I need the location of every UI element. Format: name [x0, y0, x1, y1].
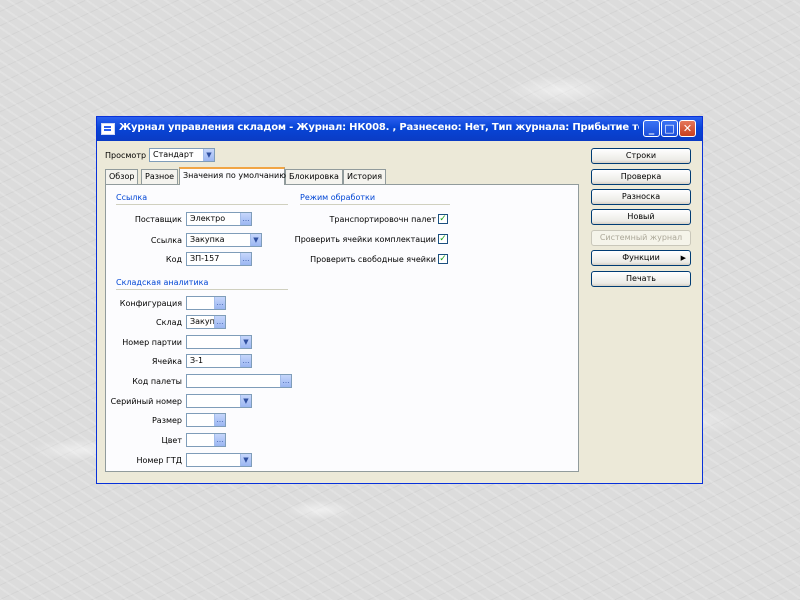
- configuration-field[interactable]: …: [186, 296, 226, 310]
- batch-number-label: Номер партии: [122, 338, 182, 347]
- lookup-icon[interactable]: …: [214, 434, 225, 446]
- supplier-value: Электро: [190, 214, 226, 223]
- batch-number-select[interactable]: ▼: [186, 335, 252, 349]
- lookup-icon[interactable]: …: [240, 213, 251, 225]
- transport-label: Транспортировочн палет: [329, 215, 436, 224]
- chevron-down-icon[interactable]: ▼: [250, 234, 261, 246]
- cell-field[interactable]: З-1 …: [186, 354, 252, 368]
- gtd-number-select[interactable]: ▼: [186, 453, 252, 467]
- gtd-number-label: Номер ГТД: [136, 456, 182, 465]
- configuration-label: Конфигурация: [119, 299, 182, 308]
- serial-number-select[interactable]: ▼: [186, 394, 252, 408]
- post-button[interactable]: Разноска: [591, 189, 691, 205]
- system-journal-button[interactable]: Системный журнал: [591, 230, 691, 246]
- journal-window: Журнал управления складом - Журнал: НК00…: [96, 116, 703, 484]
- supplier-label: Поставщик: [134, 215, 182, 224]
- tab-panel: Ссылка Поставщик Электро … Ссылка Закупк…: [105, 184, 579, 472]
- chevron-down-icon[interactable]: ▼: [240, 395, 251, 407]
- check-free-cells-checkbox[interactable]: ✓: [438, 254, 448, 264]
- title-bar[interactable]: Журнал управления складом - Журнал: НК00…: [97, 117, 702, 141]
- lines-button[interactable]: Строки: [591, 148, 691, 164]
- functions-label: Функции: [622, 253, 660, 262]
- tab-misc[interactable]: Разное: [141, 169, 179, 185]
- lookup-icon[interactable]: …: [280, 375, 291, 387]
- group-divider: [116, 204, 288, 205]
- reference-label: Ссылка: [150, 236, 182, 245]
- size-label: Размер: [151, 416, 182, 425]
- view-select[interactable]: Стандарт ▼: [149, 148, 215, 162]
- transport-checkbox[interactable]: ✓: [438, 214, 448, 224]
- size-field[interactable]: …: [186, 413, 226, 427]
- cell-value: З-1: [190, 356, 204, 365]
- arrow-right-icon: ▶: [680, 254, 686, 262]
- new-button[interactable]: Новый: [591, 209, 691, 225]
- tab-defaults[interactable]: Значения по умолчанию: [179, 167, 286, 185]
- check-cells-label: Проверить ячейки комплектации: [294, 235, 436, 244]
- app-icon: [101, 123, 115, 135]
- supplier-field[interactable]: Электро …: [186, 212, 252, 226]
- maximize-button[interactable]: □: [661, 120, 678, 137]
- reference-value: Закупка: [190, 235, 225, 244]
- group-divider: [300, 204, 450, 205]
- close-button[interactable]: ✕: [679, 120, 696, 137]
- reference-select[interactable]: Закупка ▼: [186, 233, 262, 247]
- print-button[interactable]: Печать: [591, 271, 691, 287]
- warehouse-label: Склад: [156, 318, 182, 327]
- group-title-sources: Ссылка: [116, 193, 148, 202]
- lookup-icon[interactable]: …: [240, 253, 251, 265]
- functions-button[interactable]: Функции ▶: [591, 250, 691, 266]
- minimize-button[interactable]: _: [643, 120, 660, 137]
- group-title-processing: Режим обработки: [300, 193, 376, 202]
- chevron-down-icon[interactable]: ▼: [203, 149, 214, 161]
- group-title-dimensions: Складская аналитика: [116, 278, 209, 287]
- tab-overview[interactable]: Обзор: [105, 169, 139, 185]
- chevron-down-icon[interactable]: ▼: [240, 454, 251, 466]
- check-button[interactable]: Проверка: [591, 169, 691, 185]
- view-select-value: Стандарт: [153, 150, 194, 159]
- serial-number-label: Серийный номер: [110, 397, 182, 406]
- chevron-down-icon[interactable]: ▼: [240, 336, 251, 348]
- group-divider: [116, 289, 288, 290]
- warehouse-value: Закуп: [190, 317, 215, 326]
- tab-history[interactable]: История: [343, 169, 387, 185]
- code-value: ЗП-157: [190, 254, 220, 263]
- pallet-code-field[interactable]: …: [186, 374, 292, 388]
- warehouse-field[interactable]: Закуп …: [186, 315, 226, 329]
- pallet-code-label: Код палеты: [132, 377, 182, 386]
- window-title: Журнал управления складом - Журнал: НК00…: [119, 122, 639, 133]
- code-field[interactable]: ЗП-157 …: [186, 252, 252, 266]
- check-free-cells-label: Проверить свободные ячейки: [310, 255, 436, 264]
- lookup-icon[interactable]: …: [214, 414, 225, 426]
- lookup-icon[interactable]: …: [214, 316, 225, 328]
- lookup-icon[interactable]: …: [240, 355, 251, 367]
- cell-label: Ячейка: [151, 357, 182, 366]
- tab-blocking[interactable]: Блокировка: [285, 169, 343, 185]
- check-cells-checkbox[interactable]: ✓: [438, 234, 448, 244]
- view-label: Просмотр: [105, 151, 147, 160]
- color-label: Цвет: [161, 436, 182, 445]
- lookup-icon[interactable]: …: [214, 297, 225, 309]
- code-label: Код: [165, 255, 182, 264]
- color-field[interactable]: …: [186, 433, 226, 447]
